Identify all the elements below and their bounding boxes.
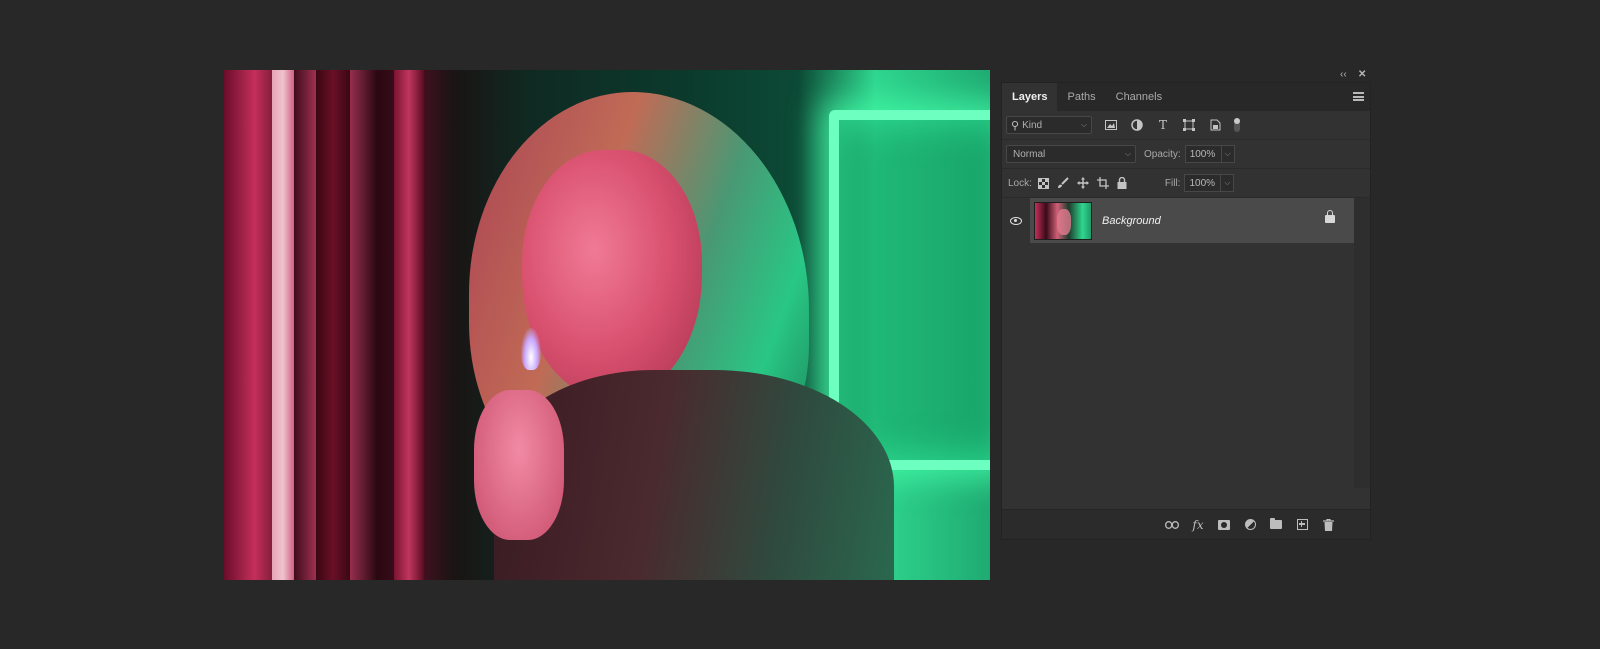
fill-field[interactable]: 100% xyxy=(1184,174,1221,192)
new-layer-icon[interactable] xyxy=(1294,517,1310,533)
blend-mode-select[interactable]: Normal ⌵ xyxy=(1006,145,1136,163)
smart-object-filter-icon[interactable] xyxy=(1208,118,1222,132)
panel-menu-icon[interactable] xyxy=(1353,92,1364,101)
lock-transparent-pixels-icon[interactable] xyxy=(1037,176,1049,190)
tab-paths[interactable]: Paths xyxy=(1057,83,1105,111)
close-icon[interactable]: ✕ xyxy=(1358,68,1366,82)
image-region-hand xyxy=(474,390,564,540)
layers-panel: Layers Paths Channels ⚲ Kind ⌵ T Normal … xyxy=(1001,82,1371,540)
opacity-field[interactable]: 100% xyxy=(1184,145,1221,163)
tab-layers[interactable]: Layers xyxy=(1002,83,1058,111)
opacity-dropdown-icon[interactable]: ⌵ xyxy=(1220,145,1235,163)
group-folder-icon[interactable] xyxy=(1268,517,1284,533)
filter-kind-label: Kind xyxy=(1022,119,1043,131)
link-layers-icon[interactable] xyxy=(1164,517,1180,533)
fill-label: Fill: xyxy=(1164,177,1181,189)
image-region-pole xyxy=(316,70,350,580)
search-icon: ⚲ xyxy=(1011,119,1020,132)
new-layer-glyph xyxy=(1296,519,1308,530)
add-mask-icon[interactable] xyxy=(1216,517,1232,533)
lock-label: Lock: xyxy=(1008,177,1032,189)
layer-row-background[interactable]: Background xyxy=(1002,198,1355,243)
fill-dropdown-icon[interactable]: ⌵ xyxy=(1220,174,1235,192)
opacity-label: Opacity: xyxy=(1144,148,1181,160)
image-region-pole xyxy=(394,70,424,580)
lock-fill-row: Lock: Fill: 100% ⌵ xyxy=(1002,169,1370,198)
shape-filter-icon[interactable] xyxy=(1182,118,1196,132)
mask-glyph xyxy=(1218,519,1230,530)
collapse-panels-icon[interactable]: ‹‹ xyxy=(1340,68,1347,82)
lock-artboard-icon[interactable] xyxy=(1096,176,1109,190)
lock-position-move-icon[interactable] xyxy=(1076,176,1089,190)
panel-dock-header: ‹‹ ✕ xyxy=(1001,68,1371,82)
eye-icon xyxy=(1010,216,1022,225)
blend-opacity-row: Normal ⌵ Opacity: 100% ⌵ xyxy=(1002,140,1370,169)
layers-list: Background xyxy=(1002,198,1370,488)
adjustment-glyph xyxy=(1244,519,1256,530)
adjustment-layer-icon[interactable] xyxy=(1242,517,1258,533)
blend-mode-value: Normal xyxy=(1013,148,1046,160)
filter-kind-select[interactable]: ⚲ Kind ⌵ xyxy=(1006,116,1092,134)
panel-tabs: Layers Paths Channels xyxy=(1002,83,1370,111)
type-filter-icon[interactable]: T xyxy=(1156,118,1170,132)
adjustment-filter-icon[interactable] xyxy=(1130,118,1144,132)
visibility-toggle[interactable] xyxy=(1002,198,1030,243)
document-canvas-image[interactable] xyxy=(224,70,990,580)
layer-thumbnail[interactable] xyxy=(1034,201,1092,240)
image-region-face xyxy=(522,150,702,400)
layer-filter-row: ⚲ Kind ⌵ T xyxy=(1002,111,1370,140)
image-region-lighter-flame xyxy=(521,328,541,370)
layers-scrollbar[interactable] xyxy=(1354,198,1370,488)
layer-name[interactable]: Background xyxy=(1102,215,1161,227)
tab-channels[interactable]: Channels xyxy=(1106,83,1172,111)
pixel-layer-filter-icon[interactable] xyxy=(1104,118,1118,132)
filter-toggle-switch[interactable] xyxy=(1234,118,1240,132)
image-region-pole xyxy=(272,70,294,580)
chevron-down-icon: ⌵ xyxy=(1124,149,1131,158)
layers-panel-footer: fx xyxy=(1002,509,1370,539)
folder-glyph xyxy=(1270,518,1282,529)
chevron-down-icon: ⌵ xyxy=(1080,120,1087,129)
lock-image-pixels-brush-icon[interactable] xyxy=(1057,176,1069,190)
fx-icon[interactable]: fx xyxy=(1190,517,1206,533)
layer-locked-icon xyxy=(1325,210,1335,223)
lock-all-icon[interactable] xyxy=(1117,176,1127,190)
delete-layer-icon[interactable] xyxy=(1320,517,1336,533)
